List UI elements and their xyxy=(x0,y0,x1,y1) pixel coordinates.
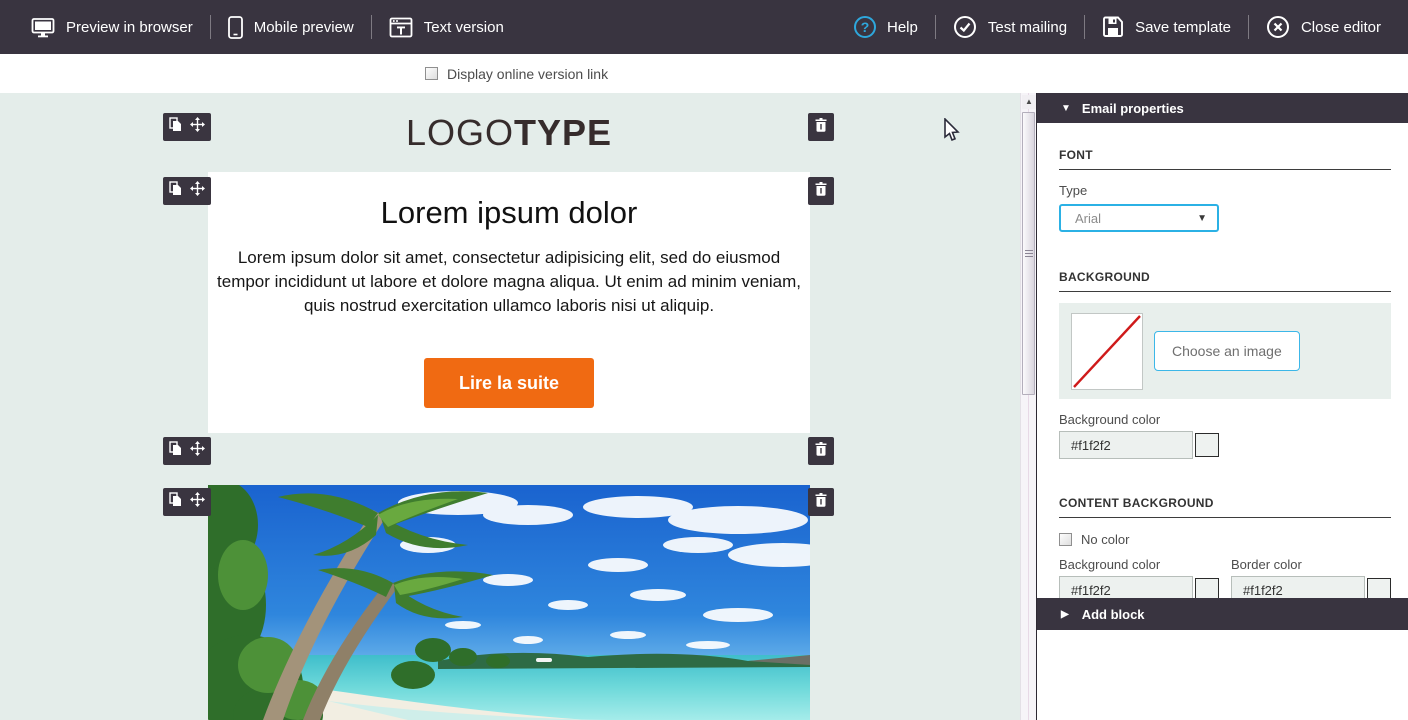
text-version-button[interactable]: Text version xyxy=(372,0,521,54)
text-block[interactable]: Lorem ipsum dolor Lorem ipsum dolor sit … xyxy=(208,172,810,433)
no-color-label: No color xyxy=(1081,532,1129,547)
help-label: Help xyxy=(887,19,918,36)
font-section-title: FONT xyxy=(1059,148,1391,170)
help-button[interactable]: ? Help xyxy=(837,0,935,54)
text-version-label: Text version xyxy=(424,19,504,36)
duplicate-icon[interactable] xyxy=(169,492,182,512)
email-body-text: Lorem ipsum dolor sit amet, consectetur … xyxy=(213,246,805,318)
font-type-value: Arial xyxy=(1061,211,1197,226)
check-circle-icon xyxy=(953,15,977,39)
email-canvas: LOGOTYPE Lorem ipsum dolor Lorem ipsum d… xyxy=(0,93,1020,720)
logo-block-controls[interactable] xyxy=(163,113,211,141)
move-icon[interactable] xyxy=(190,441,205,461)
test-mailing-label: Test mailing xyxy=(988,19,1067,36)
mobile-preview-button[interactable]: Mobile preview xyxy=(211,0,371,54)
add-block-title: Add block xyxy=(1082,607,1145,622)
no-image-placeholder xyxy=(1071,313,1143,390)
delete-logo-block-button[interactable] xyxy=(808,113,834,141)
top-toolbar: Preview in browser Mobile preview Text v… xyxy=(0,0,1408,54)
no-color-checkbox[interactable] xyxy=(1059,533,1072,546)
email-properties-title: Email properties xyxy=(1082,101,1184,116)
mobile-icon xyxy=(228,16,243,39)
delete-spacer-block-button[interactable] xyxy=(808,437,834,465)
move-icon[interactable] xyxy=(190,181,205,201)
duplicate-icon[interactable] xyxy=(169,117,182,137)
move-icon[interactable] xyxy=(190,492,205,512)
monitor-icon xyxy=(31,17,55,38)
delete-text-block-button[interactable] xyxy=(808,177,834,205)
display-online-version-group: Display online version link xyxy=(425,54,608,93)
close-editor-button[interactable]: Close editor xyxy=(1249,0,1398,54)
move-icon[interactable] xyxy=(190,117,205,137)
scrollbar-grip xyxy=(1025,250,1033,259)
background-color-label: Background color xyxy=(1059,412,1391,427)
mobile-preview-label: Mobile preview xyxy=(254,19,354,36)
close-circle-icon xyxy=(1266,15,1290,39)
help-icon: ? xyxy=(854,16,876,38)
trash-icon xyxy=(815,493,827,512)
background-image-panel: Choose an image xyxy=(1059,303,1391,399)
trash-icon xyxy=(815,442,827,461)
image-block-controls[interactable] xyxy=(163,488,211,516)
close-editor-label: Close editor xyxy=(1301,19,1381,36)
properties-sidebar: ▼ Email properties FONT Type Arial ▼ BAC… xyxy=(1036,93,1408,720)
preview-in-browser-label: Preview in browser xyxy=(66,19,193,36)
border-color-label: Border color xyxy=(1231,557,1391,572)
delete-image-block-button[interactable] xyxy=(808,488,834,516)
duplicate-icon[interactable] xyxy=(169,181,182,201)
floppy-icon xyxy=(1102,16,1124,38)
scrollbar-up-arrow[interactable]: ▲ xyxy=(1022,95,1036,109)
spacer-block-controls[interactable] xyxy=(163,437,211,465)
sidebar-content: FONT Type Arial ▼ BACKGROUND Choose an i… xyxy=(1059,123,1391,604)
content-background-section-title: CONTENT BACKGROUND xyxy=(1059,496,1391,518)
toolbar-right-group: ? Help Test mailing Save template Close … xyxy=(837,0,1408,54)
add-block-header[interactable]: ▶ Add block xyxy=(1037,598,1408,630)
scrollbar-thumb[interactable] xyxy=(1022,112,1035,395)
tropical-beach-photo[interactable] xyxy=(208,485,810,720)
online-version-bar: Display online version link xyxy=(0,54,1408,93)
chevron-down-icon: ▼ xyxy=(1061,103,1071,114)
trash-icon xyxy=(815,182,827,201)
text-block-controls[interactable] xyxy=(163,177,211,205)
toolbar-left-group: Preview in browser Mobile preview Text v… xyxy=(0,0,521,54)
logo-text-bold: TYPE xyxy=(514,112,612,154)
chevron-down-icon: ▼ xyxy=(1197,213,1217,224)
display-online-version-checkbox[interactable] xyxy=(425,67,438,80)
email-heading: Lorem ipsum dolor xyxy=(208,172,810,231)
logo-text-light: LOGO xyxy=(406,112,514,154)
test-mailing-button[interactable]: Test mailing xyxy=(936,0,1084,54)
background-color-input[interactable] xyxy=(1059,431,1193,459)
text-version-icon xyxy=(389,17,413,38)
save-template-label: Save template xyxy=(1135,19,1231,36)
email-properties-header[interactable]: ▼ Email properties xyxy=(1037,93,1408,123)
background-color-swatch[interactable] xyxy=(1195,433,1219,457)
duplicate-icon[interactable] xyxy=(169,441,182,461)
chevron-right-icon: ▶ xyxy=(1061,609,1069,620)
content-background-color-label: Background color xyxy=(1059,557,1219,572)
lire-la-suite-button[interactable]: Lire la suite xyxy=(424,358,594,408)
save-template-button[interactable]: Save template xyxy=(1085,0,1248,54)
logo-block[interactable]: LOGOTYPE xyxy=(208,93,810,172)
display-online-version-label: Display online version link xyxy=(447,66,608,82)
background-section-title: BACKGROUND xyxy=(1059,270,1391,292)
choose-image-button[interactable]: Choose an image xyxy=(1154,331,1300,371)
canvas-scrollbar[interactable]: ▲ xyxy=(1020,93,1036,720)
preview-in-browser-button[interactable]: Preview in browser xyxy=(14,0,210,54)
type-label: Type xyxy=(1059,183,1391,198)
font-type-dropdown[interactable]: Arial ▼ xyxy=(1059,204,1219,232)
trash-icon xyxy=(815,118,827,137)
